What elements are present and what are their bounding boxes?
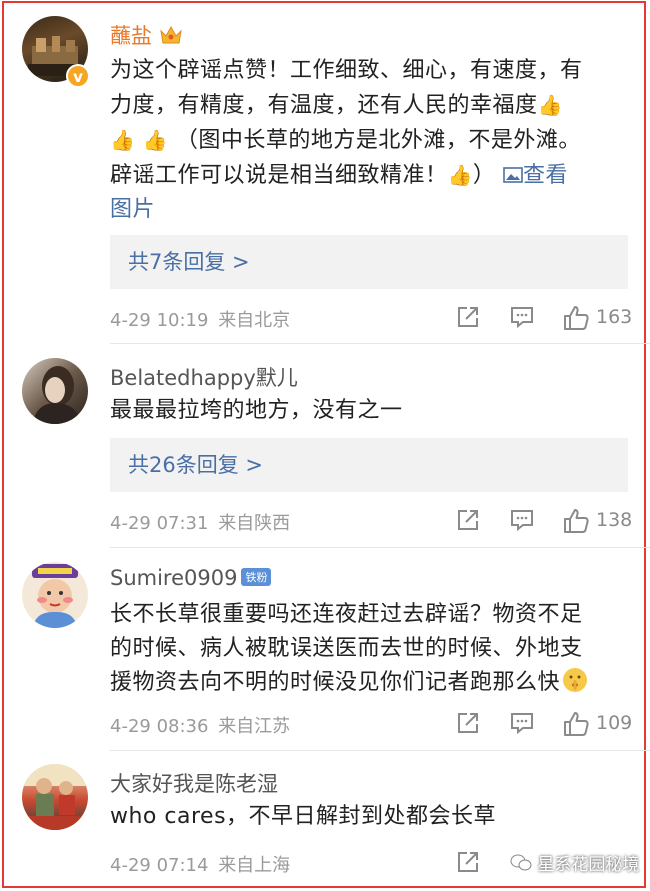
avatar[interactable] xyxy=(22,358,88,424)
like-count: 163 xyxy=(596,306,633,328)
comment-text: 长不长草很重要吗还连夜赶过去辟谣？物资不足 的时候、病人被耽误送医而去世的时候、… xyxy=(110,598,630,704)
like-icon[interactable] xyxy=(562,304,590,332)
watermark-text: 星系花园秘境 xyxy=(537,855,640,875)
watermark: 星系花园秘境 xyxy=(510,850,639,877)
divider xyxy=(110,547,650,548)
view-image-label[interactable]: 查看 xyxy=(523,163,568,188)
comment-actions: 109 xyxy=(455,710,633,740)
username[interactable]: Belatedhappy默儿 xyxy=(110,362,298,392)
comment-text-line: 长不长草很重要吗还连夜赶过去辟谣？物资不足 xyxy=(110,602,583,627)
timestamp: 4-29 07:14 xyxy=(110,855,209,876)
thumbs-up-emoji: 👍 xyxy=(537,93,563,117)
verified-badge: v xyxy=(66,64,90,88)
comment-text-line: 最最最拉垮的地方，没有之一 xyxy=(110,398,403,423)
username[interactable]: 大家好我是陈老湿 xyxy=(110,768,278,798)
comment-icon[interactable] xyxy=(509,304,535,330)
comment-text-line: 力度，有精度，有温度，还有人民的幸福度👍 xyxy=(110,88,630,123)
source-location: 来自北京 xyxy=(218,310,291,331)
comment-text-span: 力度，有精度，有温度，还有人民的幸福度 xyxy=(110,93,538,118)
source-location: 来自上海 xyxy=(218,855,291,876)
thumbs-up-emoji: 👍 xyxy=(110,128,136,152)
thumbs-up-emoji: 👍 xyxy=(447,163,473,187)
source-location: 来自江苏 xyxy=(218,716,291,737)
share-icon[interactable] xyxy=(455,849,481,875)
share-icon[interactable] xyxy=(455,304,481,330)
divider xyxy=(110,750,650,751)
image-icon xyxy=(503,167,523,183)
comment-actions: 138 xyxy=(455,507,633,537)
replies-button[interactable]: 共26条回复 > xyxy=(110,438,628,492)
comment-meta: 4-29 10:19 来自北京 xyxy=(110,306,290,332)
comment-text-line: 👍 👍 （图中长草的地方是北外滩，不是外滩。 xyxy=(110,123,630,158)
avatar[interactable] xyxy=(22,764,88,830)
comment-text: who cares，不早日解封到处都会长草 xyxy=(110,800,630,834)
timestamp: 4-29 10:19 xyxy=(110,310,209,331)
divider xyxy=(110,343,650,344)
comment-text-line: 为这个辟谣点赞！工作细致、细心，有速度，有 xyxy=(110,58,583,83)
username-label[interactable]: Sumire0909 xyxy=(110,566,237,590)
comment-meta: 4-29 07:14 来自上海 xyxy=(110,851,290,877)
view-image-link[interactable]: 查看 xyxy=(503,163,568,188)
comment-text-line: 援物资去向不明的时候没见你们记者跑那么快 xyxy=(110,666,630,704)
crown-icon xyxy=(159,24,183,51)
replies-button[interactable]: 共7条回复 > xyxy=(110,235,628,289)
username[interactable]: 蘸盐 xyxy=(110,20,183,51)
comment-icon[interactable] xyxy=(509,507,535,533)
shush-emoji xyxy=(562,667,588,704)
timestamp: 4-29 08:36 xyxy=(110,716,209,737)
share-icon[interactable] xyxy=(455,507,481,533)
comment-meta: 4-29 07:31 来自陕西 xyxy=(110,509,290,535)
wechat-icon xyxy=(510,854,532,877)
comment-text-line: who cares，不早日解封到处都会长草 xyxy=(110,804,497,829)
comment-icon[interactable] xyxy=(509,710,535,736)
share-icon[interactable] xyxy=(455,710,481,736)
comment-text: 为这个辟谣点赞！工作细致、细心，有速度，有 力度，有精度，有温度，还有人民的幸福… xyxy=(110,54,630,227)
like-icon[interactable] xyxy=(562,710,590,738)
view-image-link-cont[interactable]: 图片 xyxy=(110,193,630,227)
comment-actions: 163 xyxy=(455,304,633,334)
like-icon[interactable] xyxy=(562,507,590,535)
comment-meta: 4-29 08:36 来自江苏 xyxy=(110,712,290,738)
username-label[interactable]: 蘸盐 xyxy=(110,24,152,48)
avatar[interactable] xyxy=(22,562,88,628)
source-location: 来自陕西 xyxy=(218,513,291,534)
comment-text-span: 辟谣工作可以说是相当细致精准！ xyxy=(110,163,448,188)
comment-text-span: （图中长草的地方是北外滩，不是外滩。 xyxy=(175,128,581,153)
timestamp: 4-29 07:31 xyxy=(110,513,209,534)
like-count: 109 xyxy=(596,712,633,734)
like-count: 138 xyxy=(596,509,633,531)
comment-text-line: 辟谣工作可以说是相当细致精准！👍） 查看 xyxy=(110,158,630,193)
comment-text-span: ） xyxy=(472,163,496,188)
username[interactable]: Sumire0909 铁粉 xyxy=(110,566,272,590)
fan-badge: 铁粉 xyxy=(241,568,272,586)
comment-text: 最最最拉垮的地方，没有之一 xyxy=(110,394,630,428)
comment-text-span: 援物资去向不明的时候没见你们记者跑那么快 xyxy=(110,670,561,695)
thumbs-up-emoji: 👍 xyxy=(142,128,169,152)
comment-text-line: 的时候、病人被耽误送医而去世的时候、外地支 xyxy=(110,636,583,661)
